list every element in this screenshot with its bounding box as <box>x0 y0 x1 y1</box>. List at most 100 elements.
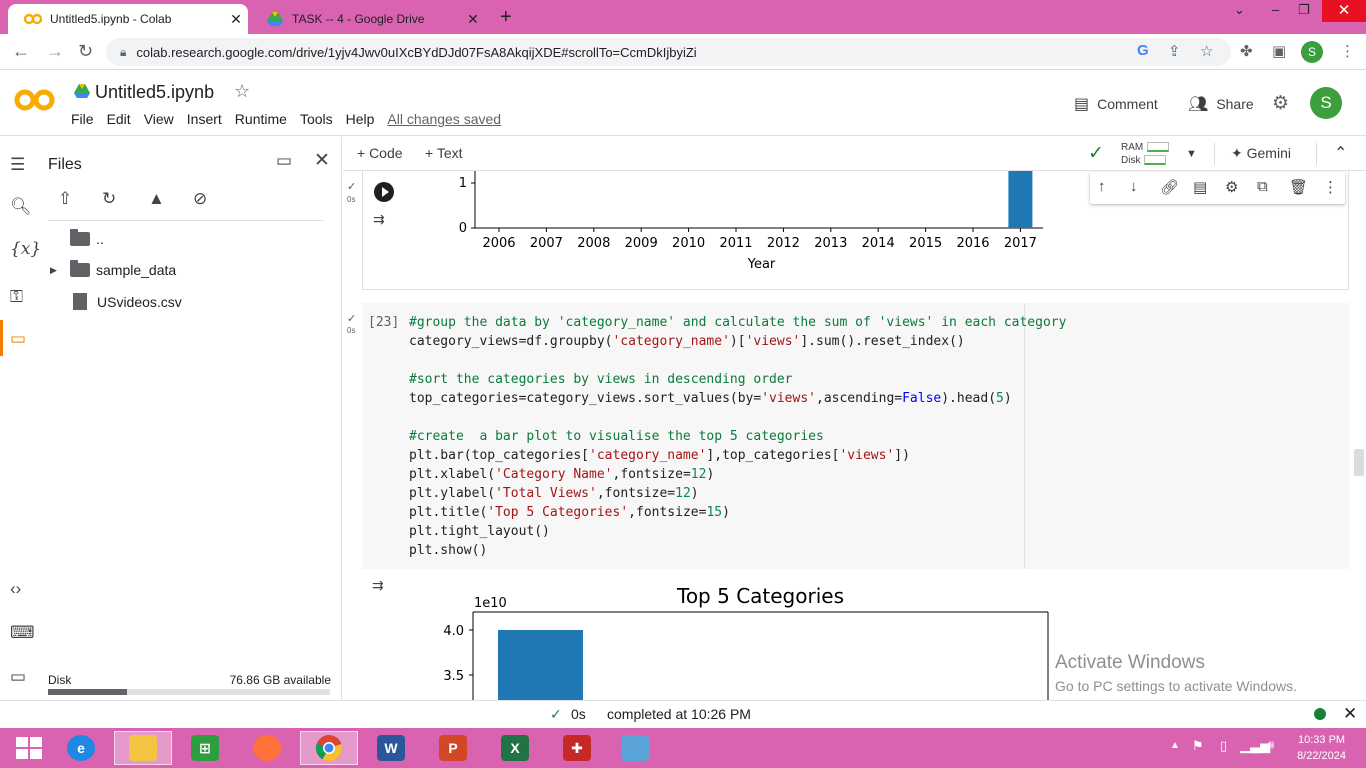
link-icon[interactable]: 🔗︎ <box>1160 178 1179 196</box>
move-down-icon[interactable]: ↓ <box>1130 178 1138 195</box>
url-field[interactable]: 🔒︎ colab.research.google.com/drive/1yjv4… <box>106 38 1231 66</box>
mirror-cell-icon[interactable]: ⧉ <box>1257 178 1268 195</box>
menu-edit[interactable]: Edit <box>107 111 131 127</box>
menu-help[interactable]: Help <box>346 111 375 127</box>
resource-meter[interactable]: RAM Disk <box>1121 141 1170 167</box>
close-tab-icon[interactable]: ✕ <box>461 11 485 28</box>
battery-icon[interactable]: ▯ <box>1220 738 1227 754</box>
menu-insert[interactable]: Insert <box>187 111 222 127</box>
mount-drive-icon[interactable]: ▲ <box>148 189 165 209</box>
volume-icon[interactable]: 🔊︎ <box>1266 737 1274 753</box>
move-up-icon[interactable]: ↑ <box>1098 178 1106 195</box>
refresh-icon[interactable]: ↻ <box>102 189 116 209</box>
code-line[interactable]: plt.ylabel('Total Views',fontsize=12) <box>409 486 699 501</box>
files-folder-icon[interactable]: ▭ <box>10 329 26 349</box>
google-icon[interactable]: G <box>1137 42 1149 59</box>
menu-runtime[interactable]: Runtime <box>235 111 287 127</box>
open-in-tab-icon[interactable]: ▭ <box>276 151 292 171</box>
side-panel-icon[interactable]: ▣ <box>1272 42 1286 60</box>
command-palette-icon[interactable]: ⌨ <box>10 623 35 643</box>
tab-colab[interactable]: Untitled5.ipynb - Colab ✕ <box>8 4 248 34</box>
terminal-icon[interactable]: ▭ <box>10 667 26 687</box>
tab-drive[interactable]: TASK -- 4 - Google Drive ✕ <box>250 4 485 34</box>
code-line[interactable]: plt.title('Top 5 Categories',fontsize=15… <box>409 505 730 520</box>
code-line[interactable]: plt.show() <box>409 543 487 558</box>
star-icon[interactable]: ☆ <box>234 81 250 102</box>
close-tab-icon[interactable]: ✕ <box>224 11 248 28</box>
forward-icon[interactable]: → <box>46 41 64 62</box>
tab-search-icon[interactable]: ⌄ <box>1234 2 1245 18</box>
output-actions-icon[interactable]: ⇉ <box>372 577 384 594</box>
code-line[interactable]: category_views=df.groupby('category_name… <box>409 334 965 349</box>
scrollbar-thumb[interactable] <box>1354 449 1364 476</box>
extensions-icon[interactable]: ✤ <box>1240 42 1253 60</box>
close-panel-icon[interactable]: ✕ <box>314 149 330 172</box>
runtime-dropdown-icon[interactable]: ▼ <box>1186 148 1197 160</box>
taskbar-word[interactable]: W <box>362 731 420 765</box>
code-line[interactable]: top_categories=category_views.sort_value… <box>409 391 1012 406</box>
settings-gear-icon[interactable]: ⚙ <box>1272 92 1289 115</box>
taskbar-store[interactable]: ⊞ <box>176 731 234 765</box>
taskbar-photos[interactable] <box>606 731 664 765</box>
tree-item-parent[interactable]: .. <box>50 229 104 247</box>
profile-avatar[interactable]: S <box>1301 41 1323 63</box>
comment-icon[interactable]: ▤ <box>1193 178 1207 196</box>
tree-item-sample-data[interactable]: ▶ sample_data <box>50 260 176 278</box>
variables-icon[interactable]: {x} <box>10 239 41 259</box>
share-page-icon[interactable]: ⇪ <box>1168 42 1181 60</box>
code-cell[interactable]: [23] #group the data by 'category_name' … <box>362 303 1349 569</box>
code-line[interactable]: #sort the categories by views in descend… <box>409 372 793 387</box>
expand-arrow-icon[interactable]: ▶ <box>50 265 70 276</box>
hide-files-icon[interactable]: ⊘ <box>193 189 207 209</box>
taskbar-chrome[interactable] <box>300 731 358 765</box>
minimize-icon[interactable]: – <box>1272 2 1279 17</box>
taskbar-clock[interactable]: 10:33 PM 8/22/2024 <box>1297 732 1346 764</box>
drive-location-icon[interactable] <box>74 84 90 103</box>
taskbar-firefox[interactable] <box>238 731 296 765</box>
gemini-button[interactable]: ✦ Gemini <box>1231 145 1291 162</box>
taskbar-powerpoint[interactable]: P <box>424 731 482 765</box>
secrets-key-icon[interactable]: ⚿ <box>10 287 23 307</box>
table-of-contents-icon[interactable]: ☰ <box>10 155 25 175</box>
back-icon[interactable]: ← <box>12 41 30 62</box>
menu-tools[interactable]: Tools <box>300 111 333 127</box>
code-line[interactable]: #create a bar plot to visualise the top … <box>409 429 824 444</box>
search-icon[interactable]: 🔍︎ <box>10 197 32 217</box>
delete-icon[interactable]: 🗑︎ <box>1289 178 1308 196</box>
bookmark-star-icon[interactable]: ☆ <box>1200 42 1213 60</box>
restore-icon[interactable]: ❐ <box>1298 2 1310 18</box>
close-window-button[interactable]: ✕ <box>1322 0 1366 22</box>
colab-logo[interactable] <box>14 88 56 119</box>
taskbar-excel[interactable]: X <box>486 731 544 765</box>
tray-arrow-icon[interactable]: ▲ <box>1170 740 1180 751</box>
more-options-icon[interactable]: ⋮ <box>1323 178 1338 196</box>
cell-settings-icon[interactable]: ⚙ <box>1225 178 1238 196</box>
add-code-button[interactable]: + Code <box>357 145 403 161</box>
collapse-chevron-icon[interactable]: ⌃ <box>1334 143 1347 163</box>
menu-file[interactable]: File <box>71 111 94 127</box>
notebook-title[interactable]: Untitled5.ipynb <box>95 82 214 103</box>
tree-item-usvideos[interactable]: USvideos.csv <box>50 293 182 310</box>
connected-check-icon[interactable]: ✓ <box>1088 142 1104 165</box>
code-line[interactable]: #group the data by 'category_name' and c… <box>409 315 1066 330</box>
code-line[interactable]: plt.tight_layout() <box>409 524 550 539</box>
add-text-button[interactable]: + Text <box>425 145 463 161</box>
menu-view[interactable]: View <box>144 111 174 127</box>
taskbar-explorer[interactable] <box>114 731 172 765</box>
code-line[interactable]: plt.bar(top_categories['category_name'],… <box>409 448 910 463</box>
reload-icon[interactable]: ↻ <box>78 41 93 62</box>
start-button[interactable] <box>0 731 58 765</box>
upload-file-icon[interactable]: ⇧ <box>58 189 72 209</box>
close-status-icon[interactable]: ✕ <box>1343 704 1357 724</box>
user-avatar[interactable]: S <box>1310 87 1342 119</box>
save-status[interactable]: All changes saved <box>387 111 501 127</box>
taskbar-ie[interactable]: e <box>52 731 110 765</box>
run-cell-button[interactable] <box>374 182 394 202</box>
browser-menu-icon[interactable]: ⋮ <box>1340 42 1355 60</box>
code-snippets-icon[interactable]: ‹› <box>10 579 21 599</box>
code-line[interactable]: plt.xlabel('Category Name',fontsize=12) <box>409 467 714 482</box>
share-button[interactable]: 👥︎ Share <box>1188 94 1254 114</box>
new-tab-button[interactable]: + <box>500 6 512 29</box>
comment-button[interactable]: ▤ Comment <box>1074 94 1158 114</box>
output-actions-icon[interactable]: ⇉ <box>373 211 385 228</box>
